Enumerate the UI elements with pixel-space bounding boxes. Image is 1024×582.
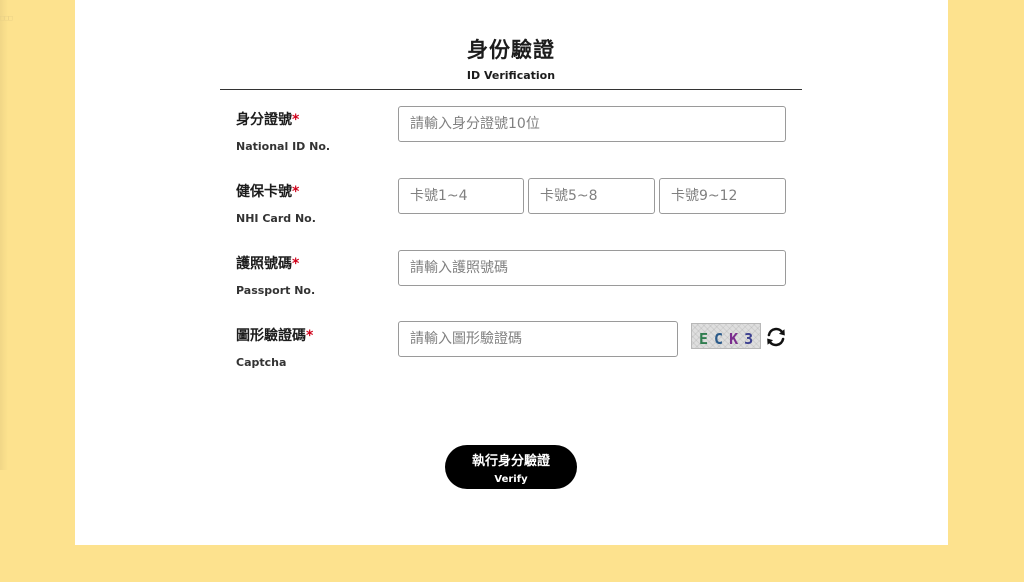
nhi-card-label: 健保卡號* — [236, 184, 300, 200]
verify-button-label-en: Verify — [494, 474, 528, 485]
verify-button-label: 執行身分驗證 — [471, 454, 550, 469]
national-id-label-group: 身分證號* National ID No. — [236, 109, 330, 153]
edge-glyphs: □□□ — [0, 14, 13, 22]
passport-label: 護照號碼* — [236, 256, 300, 272]
nhi-card-label-group: 健保卡號* NHI Card No. — [236, 181, 316, 225]
required-mark: * — [292, 256, 300, 272]
captcha-char: 3 — [744, 330, 760, 348]
nhi-card-input-3[interactable] — [659, 178, 786, 214]
national-id-input[interactable] — [398, 106, 786, 142]
national-id-label: 身分證號* — [236, 112, 300, 128]
captcha-char: E — [699, 330, 715, 348]
page-header: 身份驗證 ID Verification — [220, 34, 802, 82]
nhi-card-input-2[interactable] — [528, 178, 655, 214]
required-mark: * — [306, 328, 314, 344]
passport-label-en: Passport No. — [236, 284, 316, 297]
nhi-card-label-en: NHI Card No. — [236, 212, 316, 225]
captcha-label: 圖形驗證碼* — [236, 328, 314, 344]
passport-input[interactable] — [398, 250, 786, 286]
refresh-icon[interactable] — [765, 326, 787, 348]
nhi-card-input-1[interactable] — [398, 178, 524, 214]
required-mark: * — [292, 184, 300, 200]
page-title: 身份驗證 — [467, 38, 555, 62]
captcha-label-group: 圖形驗證碼* Captcha — [236, 325, 313, 369]
captcha-char: C — [714, 330, 730, 348]
required-mark: * — [292, 112, 300, 128]
captcha-char: K — [729, 330, 745, 348]
page-subtitle: ID Verification — [466, 69, 556, 82]
captcha-label-en: Captcha — [236, 356, 287, 369]
national-id-label-en: National ID No. — [236, 140, 331, 153]
passport-label-group: 護照號碼* Passport No. — [236, 253, 315, 297]
header-divider — [220, 89, 802, 90]
left-edge-shadow — [0, 0, 8, 470]
captcha-input[interactable] — [398, 321, 678, 357]
verification-panel: 身份驗證 ID Verification 身分證號* National ID N… — [75, 0, 948, 545]
verify-button[interactable]: 執行身分驗證 Verify — [445, 445, 577, 489]
captcha-image: ECK3 — [691, 323, 761, 349]
